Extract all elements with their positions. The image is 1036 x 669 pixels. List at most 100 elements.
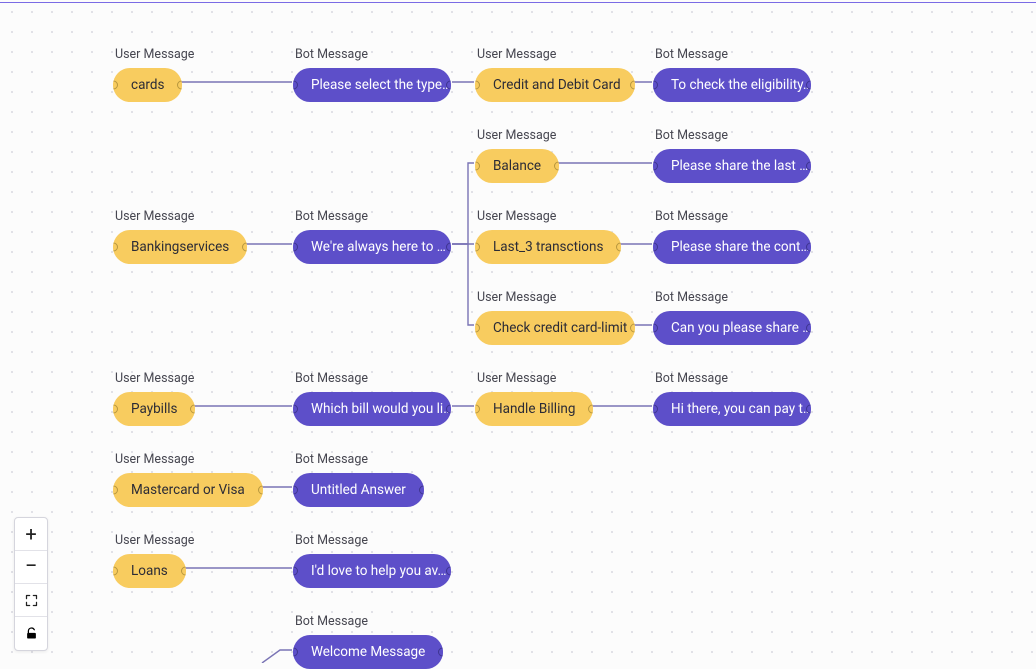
lock-toggle-button[interactable] — [15, 617, 47, 650]
node-label: User Message — [113, 47, 194, 62]
port-out[interactable] — [630, 324, 635, 333]
port-in[interactable] — [113, 567, 118, 576]
port-in[interactable] — [293, 567, 298, 576]
node-text: Balance — [493, 158, 541, 174]
port-out[interactable] — [446, 243, 451, 252]
node-text: Welcome Message — [311, 644, 425, 660]
port-out[interactable] — [446, 567, 451, 576]
port-in[interactable] — [475, 405, 480, 414]
port-out[interactable] — [242, 243, 247, 252]
port-in[interactable] — [113, 405, 118, 414]
diagram-canvas[interactable]: User Message cards Bot Message Please se… — [0, 0, 1036, 663]
port-out[interactable] — [806, 324, 811, 333]
port-out[interactable] — [446, 81, 451, 90]
port-in[interactable] — [653, 81, 658, 90]
minus-icon: − — [25, 556, 38, 578]
port-out[interactable] — [588, 405, 593, 414]
zoom-out-button[interactable]: − — [15, 551, 47, 584]
node-label: User Message — [113, 371, 195, 386]
port-out[interactable] — [554, 162, 559, 171]
node-balance[interactable]: User Message Balance — [475, 128, 559, 183]
port-in[interactable] — [113, 486, 118, 495]
port-in[interactable] — [653, 324, 658, 333]
node-text: Check credit card-limit — [493, 320, 627, 336]
port-out[interactable] — [190, 405, 195, 414]
port-out[interactable] — [630, 81, 635, 90]
node-last3-trans[interactable]: User Message Last_3 transctions — [475, 209, 621, 264]
node-label: User Message — [475, 290, 635, 305]
expand-icon — [24, 593, 39, 608]
node-bankingservices[interactable]: User Message Bankingservices — [113, 209, 247, 264]
port-in[interactable] — [475, 162, 480, 171]
port-in[interactable] — [113, 243, 118, 252]
node-text: Hi there, you can pay t… — [671, 401, 811, 417]
node-label: Bot Message — [293, 371, 451, 386]
node-share-cont[interactable]: Bot Message Please share the cont… — [653, 209, 811, 264]
node-always-here[interactable]: Bot Message We're always here to … — [293, 209, 451, 264]
node-text: Bankingservices — [131, 239, 229, 255]
node-handle-billing[interactable]: User Message Handle Billing — [475, 371, 593, 426]
port-in[interactable] — [653, 405, 658, 414]
node-text: Please share the cont… — [671, 239, 810, 255]
node-text: To check the eligibility… — [671, 77, 811, 93]
node-share-last[interactable]: Bot Message Please share the last … — [653, 128, 811, 183]
port-in[interactable] — [653, 243, 658, 252]
node-credit-debit-card[interactable]: User Message Credit and Debit Card — [475, 47, 635, 102]
node-label: Bot Message — [293, 47, 451, 62]
node-text: Can you please share … — [671, 320, 811, 336]
port-in[interactable] — [293, 648, 298, 657]
node-which-bill[interactable]: Bot Message Which bill would you li… — [293, 371, 451, 426]
port-out[interactable] — [806, 243, 811, 252]
port-out[interactable] — [181, 567, 186, 576]
node-label: User Message — [475, 209, 621, 224]
node-loans[interactable]: User Message Loans — [113, 533, 194, 588]
port-in[interactable] — [653, 162, 658, 171]
zoom-in-button[interactable]: + — [15, 518, 47, 551]
node-label: Bot Message — [653, 209, 811, 224]
node-text: Credit and Debit Card — [493, 77, 621, 93]
node-hi-pay[interactable]: Bot Message Hi there, you can pay t… — [653, 371, 811, 426]
node-mastercard-visa[interactable]: User Message Mastercard or Visa — [113, 452, 263, 507]
node-text: Mastercard or Visa — [131, 482, 245, 498]
port-in[interactable] — [293, 81, 298, 90]
port-out[interactable] — [806, 162, 811, 171]
port-out[interactable] — [258, 486, 263, 495]
node-untitled-answer[interactable]: Bot Message Untitled Answer — [293, 452, 424, 507]
port-in[interactable] — [113, 81, 118, 90]
fit-view-button[interactable] — [15, 584, 47, 617]
port-out[interactable] — [806, 405, 811, 414]
node-label: User Message — [475, 128, 559, 143]
port-in[interactable] — [293, 405, 298, 414]
node-label: User Message — [475, 47, 635, 62]
node-love-help[interactable]: Bot Message I'd love to help you av… — [293, 533, 451, 588]
node-welcome-message[interactable]: Bot Message Welcome Message — [293, 614, 443, 669]
node-label: Bot Message — [653, 371, 811, 386]
node-text: Handle Billing — [493, 401, 575, 417]
node-paybills[interactable]: User Message Paybills — [113, 371, 195, 426]
node-label: Bot Message — [293, 533, 451, 548]
port-in[interactable] — [475, 324, 480, 333]
port-in[interactable] — [293, 243, 298, 252]
port-out[interactable] — [438, 648, 443, 657]
port-out[interactable] — [419, 486, 424, 495]
node-label: Bot Message — [653, 128, 811, 143]
node-credit-limit[interactable]: User Message Check credit card-limit — [475, 290, 635, 345]
node-cards[interactable]: User Message cards — [113, 47, 194, 102]
node-text: Loans — [131, 563, 168, 579]
node-please-share[interactable]: Bot Message Can you please share … — [653, 290, 811, 345]
port-out[interactable] — [446, 405, 451, 414]
port-out[interactable] — [177, 81, 182, 90]
node-label: User Message — [113, 209, 247, 224]
port-in[interactable] — [475, 243, 480, 252]
port-out[interactable] — [806, 81, 811, 90]
node-text: Last_3 transctions — [493, 239, 603, 255]
port-in[interactable] — [475, 81, 480, 90]
node-label: User Message — [113, 452, 263, 467]
port-in[interactable] — [293, 486, 298, 495]
port-out[interactable] — [616, 243, 621, 252]
node-label: Bot Message — [293, 614, 443, 629]
zoom-toolbar: + − — [14, 517, 48, 651]
node-check-eligibility[interactable]: Bot Message To check the eligibility… — [653, 47, 811, 102]
node-label: User Message — [113, 533, 194, 548]
node-please-select-type[interactable]: Bot Message Please select the type… — [293, 47, 451, 102]
